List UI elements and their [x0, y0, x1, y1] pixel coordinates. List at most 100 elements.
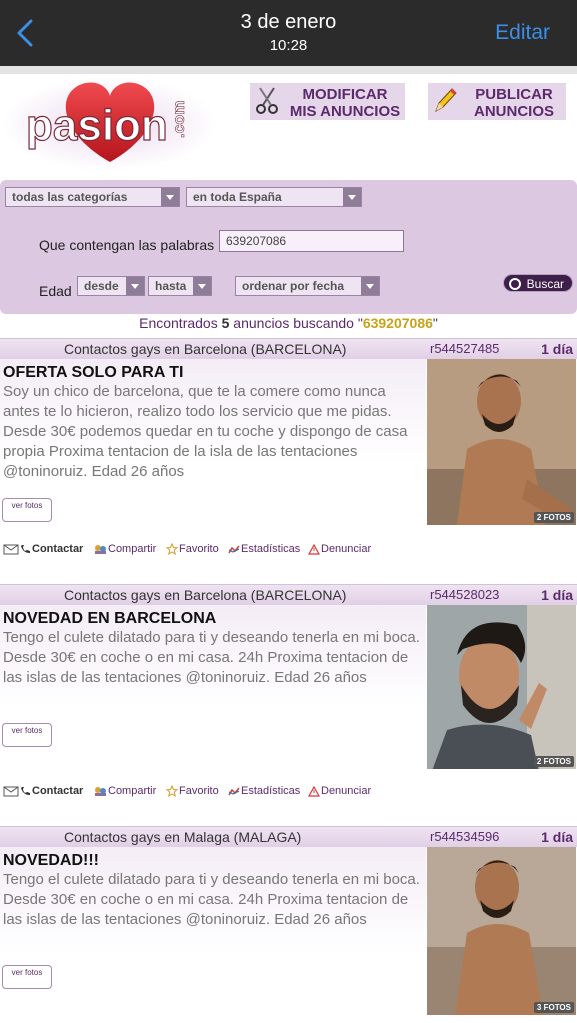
ad-listing[interactable]: Contactos gays en Barcelona (BARCELONA) …: [0, 338, 577, 568]
scissors-icon: [256, 87, 278, 114]
share-link[interactable]: Compartir: [94, 785, 156, 797]
ad-photo-image: [427, 359, 576, 525]
statistics-label: Estadísticas: [241, 543, 301, 555]
ad-title[interactable]: OFERTA SOLO PARA TI: [3, 364, 183, 382]
share-icon: [95, 786, 106, 796]
age-label: Edad: [39, 283, 72, 299]
ad-title[interactable]: NOVEDAD!!!: [3, 852, 99, 870]
chevron-down-icon: [343, 188, 361, 206]
category-select[interactable]: todas las categorías: [5, 187, 180, 207]
share-label: Compartir: [108, 543, 157, 555]
chevron-down-icon: [161, 188, 179, 206]
publish-ads-label: PUBLICAR ANUNCIOS: [473, 86, 554, 120]
region-select-value: en toda España: [193, 190, 282, 204]
category-select-value: todas las categorías: [12, 190, 128, 204]
chart-icon: [228, 787, 240, 795]
report-link[interactable]: Denunciar: [308, 785, 371, 797]
ad-reference: r544528023: [430, 587, 500, 602]
results-middle: anuncios buscando ": [233, 315, 363, 331]
contact-label: Contactar: [32, 785, 84, 797]
search-button[interactable]: Buscar: [503, 274, 573, 292]
contact-label: Contactar: [32, 543, 84, 555]
publish-ads-button[interactable]: PUBLICAR ANUNCIOS: [428, 83, 566, 120]
warning-icon: [308, 543, 320, 555]
ad-age: 1 día: [541, 341, 573, 357]
statistics-label: Estadísticas: [241, 785, 301, 797]
statistics-link[interactable]: Estadísticas: [228, 543, 300, 555]
ad-description: Soy un chico de barcelona, que te la com…: [3, 383, 408, 480]
results-number: 5: [221, 315, 230, 331]
top-divider: [0, 66, 577, 74]
ad-category[interactable]: Contactos gays en Barcelona (BARCELONA): [64, 587, 346, 603]
results-prefix: Encontrados: [139, 315, 218, 331]
edit-button[interactable]: Editar: [495, 21, 550, 45]
see-photos-button[interactable]: ver fotos: [2, 965, 52, 989]
chevron-down-icon: [361, 277, 379, 295]
results-suffix: ": [432, 315, 438, 331]
share-link[interactable]: Compartir: [94, 543, 156, 555]
age-to-select[interactable]: hasta: [148, 276, 212, 296]
ad-photo[interactable]: 3 FOTOS: [427, 847, 576, 1015]
results-query: 639207086: [362, 315, 433, 331]
warning-icon: [308, 785, 320, 797]
logo-suffix: .com: [171, 101, 188, 138]
ad-category[interactable]: Contactos gays en Barcelona (BARCELONA): [64, 341, 346, 357]
chevron-down-icon: [126, 277, 144, 295]
ad-reference: r544527485: [430, 341, 500, 356]
ad-reference: r544534596: [430, 829, 500, 844]
age-from-value: desde: [84, 279, 119, 293]
favorite-label: Favorito: [179, 543, 219, 555]
search-button-label: Buscar: [526, 277, 564, 291]
photo-count-badge: 2 FOTOS: [533, 756, 574, 767]
modify-ads-label: MODIFICAR MIS ANUNCIOS: [289, 86, 401, 120]
chevron-down-icon: [193, 277, 211, 295]
pasion-logo[interactable]: pasion .com: [0, 74, 230, 174]
contact-link[interactable]: Contactar: [3, 543, 83, 555]
ad-listing[interactable]: Contactos gays en Malaga (MALAGA) r54453…: [0, 826, 577, 1023]
ad-photo[interactable]: 2 FOTOS: [427, 359, 576, 525]
keywords-input[interactable]: 639207086: [219, 230, 404, 252]
contact-link[interactable]: Contactar: [3, 785, 83, 797]
ad-actions: Contactar Compartir Favorito Estadística…: [0, 543, 577, 559]
logo-wordmark: pasion: [26, 101, 168, 150]
results-count: Encontrados 5 anuncios buscando "6392070…: [0, 315, 577, 331]
photo-count-badge: 2 FOTOS: [533, 512, 574, 523]
statistics-link[interactable]: Estadísticas: [228, 785, 300, 797]
ad-photo[interactable]: 2 FOTOS: [427, 605, 576, 769]
mail-phone-icon: [3, 544, 30, 555]
nav-time: 10:28: [269, 37, 308, 54]
search-icon: [509, 278, 521, 290]
region-select[interactable]: en toda España: [186, 187, 362, 207]
report-label: Denunciar: [321, 785, 372, 797]
ad-category[interactable]: Contactos gays en Malaga (MALAGA): [64, 829, 301, 845]
sort-select-value: ordenar por fecha: [242, 279, 345, 293]
pencil-icon: [435, 88, 457, 113]
age-from-select[interactable]: desde: [77, 276, 145, 296]
age-to-value: hasta: [155, 279, 187, 293]
share-label: Compartir: [108, 785, 157, 797]
ad-actions: Contactar Compartir Favorito Estadística…: [0, 785, 577, 801]
star-icon: [166, 543, 178, 556]
mail-phone-icon: [3, 786, 30, 797]
ad-photo-image: [427, 605, 576, 769]
ad-description: Tengo el culete dilatado para ti y desea…: [3, 871, 420, 928]
ad-age: 1 día: [541, 587, 573, 603]
ios-navigation-bar: 3 de enero 10:28 Editar: [0, 0, 577, 66]
ad-age: 1 día: [541, 829, 573, 845]
favorite-link[interactable]: Favorito: [166, 785, 219, 798]
star-icon: [166, 785, 178, 798]
report-label: Denunciar: [321, 543, 372, 555]
ad-photo-image: [427, 847, 576, 1015]
share-icon: [95, 544, 106, 554]
chart-icon: [228, 545, 240, 553]
ad-title[interactable]: NOVEDAD EN BARCELONA: [3, 610, 216, 628]
ad-listing[interactable]: Contactos gays en Barcelona (BARCELONA) …: [0, 584, 577, 814]
photo-count-badge: 3 FOTOS: [533, 1002, 574, 1013]
see-photos-button[interactable]: ver fotos: [2, 498, 52, 522]
favorite-label: Favorito: [179, 785, 219, 797]
report-link[interactable]: Denunciar: [308, 543, 371, 555]
modify-ads-button[interactable]: MODIFICAR MIS ANUNCIOS: [250, 83, 405, 120]
favorite-link[interactable]: Favorito: [166, 543, 219, 556]
sort-select[interactable]: ordenar por fecha: [235, 276, 380, 296]
see-photos-button[interactable]: ver fotos: [2, 723, 52, 747]
